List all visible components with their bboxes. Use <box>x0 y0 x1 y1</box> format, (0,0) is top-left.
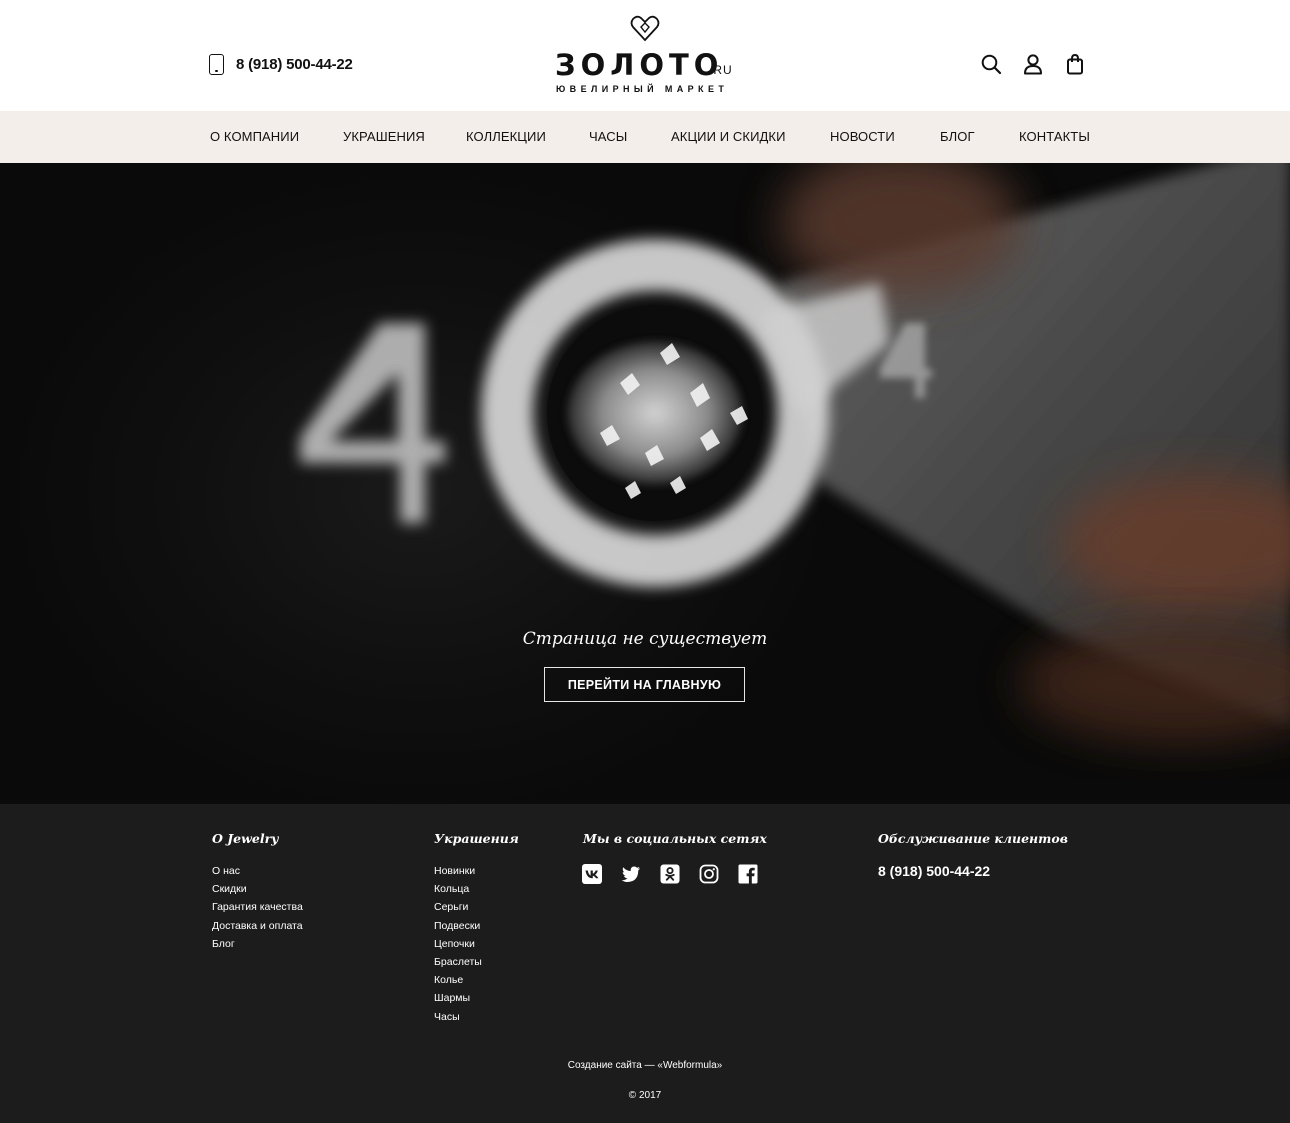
header-phone-number[interactable]: 8 (918) 500-44-22 <box>236 56 353 73</box>
error-hero: Страница не существует ПЕРЕЙТИ НА ГЛАВНУ… <box>0 163 1290 804</box>
footer-link-quality[interactable]: Гарантия качества <box>212 898 303 916</box>
footer-link-about-us[interactable]: О нас <box>212 862 303 880</box>
footer-phone[interactable]: 8 (918) 500-44-22 <box>878 863 990 879</box>
footer-link-charms[interactable]: Шармы <box>434 989 482 1007</box>
footer-social-title: Мы в социальных сетях <box>583 831 767 846</box>
header-actions <box>980 53 1086 75</box>
footer-link-new[interactable]: Новинки <box>434 862 482 880</box>
footer-link-bracelets[interactable]: Браслеты <box>434 953 482 971</box>
site-logo[interactable]: ЗОЛОТО .RU ЮВЕЛИРНЫЙ МАРКЕТ <box>555 12 737 96</box>
heart-diamond-logo-icon <box>630 15 660 42</box>
footer-link-blog[interactable]: Блог <box>212 935 303 953</box>
nav-item-collections[interactable]: КОЛЛЕКЦИИ <box>466 129 546 144</box>
nav-item-sales[interactable]: АКЦИИ И СКИДКИ <box>671 129 786 144</box>
nav-item-blog[interactable]: БЛОГ <box>940 129 975 144</box>
mobile-phone-icon <box>209 54 224 75</box>
footer-jewelry-list: Новинки Кольца Серьги Подвески Цепочки Б… <box>434 862 482 1026</box>
site-credit[interactable]: Создание сайта — «Webformula» <box>0 1060 1290 1071</box>
hero-404-loupe-image <box>300 163 1290 743</box>
nav-item-jewelry[interactable]: УКРАШЕНИЯ <box>343 129 425 144</box>
nav-item-watches[interactable]: ЧАСЫ <box>589 129 627 144</box>
footer-link-necklaces[interactable]: Колье <box>434 971 482 989</box>
bag-icon[interactable] <box>1064 53 1086 75</box>
logo-suffix: .RU <box>709 63 733 77</box>
footer-link-delivery[interactable]: Доставка и оплата <box>212 917 303 935</box>
site-footer: О Jewelry О нас Скидки Гарантия качества… <box>0 804 1290 1123</box>
go-home-button[interactable]: ПЕРЕЙТИ НА ГЛАВНУЮ <box>544 667 745 702</box>
header-phone[interactable]: 8 (918) 500-44-22 <box>209 54 353 75</box>
footer-about-title: О Jewelry <box>212 831 279 846</box>
instagram-icon[interactable] <box>699 864 719 884</box>
footer-link-rings[interactable]: Кольца <box>434 880 482 898</box>
footer-link-watches[interactable]: Часы <box>434 1008 482 1026</box>
logo-wordmark: ЗОЛОТО <box>555 48 724 82</box>
footer-jewelry-title: Украшения <box>434 831 519 846</box>
footer-link-earrings[interactable]: Серьги <box>434 898 482 916</box>
facebook-icon[interactable] <box>738 864 758 884</box>
odnoklassniki-icon[interactable] <box>660 864 680 884</box>
footer-service-title: Обслуживание клиентов <box>878 831 1068 846</box>
social-links <box>582 864 758 884</box>
footer-link-chains[interactable]: Цепочки <box>434 935 482 953</box>
nav-item-company[interactable]: О КОМПАНИИ <box>210 129 299 144</box>
footer-about-list: О нас Скидки Гарантия качества Доставка … <box>212 862 303 953</box>
copyright: © 2017 <box>628 1090 662 1101</box>
footer-link-pendants[interactable]: Подвески <box>434 917 482 935</box>
main-nav: О КОМПАНИИ УКРАШЕНИЯ КОЛЛЕКЦИИ ЧАСЫ АКЦИ… <box>0 111 1290 163</box>
nav-item-news[interactable]: НОВОСТИ <box>830 129 895 144</box>
site-header: 8 (918) 500-44-22 ЗОЛОТО .RU ЮВЕЛИРНЫЙ М… <box>0 0 1290 111</box>
nav-item-contacts[interactable]: КОНТАКТЫ <box>1019 129 1090 144</box>
search-icon[interactable] <box>980 53 1002 75</box>
logo-tagline: ЮВЕЛИРНЫЙ МАРКЕТ <box>556 84 729 94</box>
error-message: Страница не существует <box>522 629 768 649</box>
footer-link-discounts[interactable]: Скидки <box>212 880 303 898</box>
twitter-icon[interactable] <box>621 864 641 884</box>
vk-icon[interactable] <box>582 864 602 884</box>
user-icon[interactable] <box>1022 53 1044 75</box>
